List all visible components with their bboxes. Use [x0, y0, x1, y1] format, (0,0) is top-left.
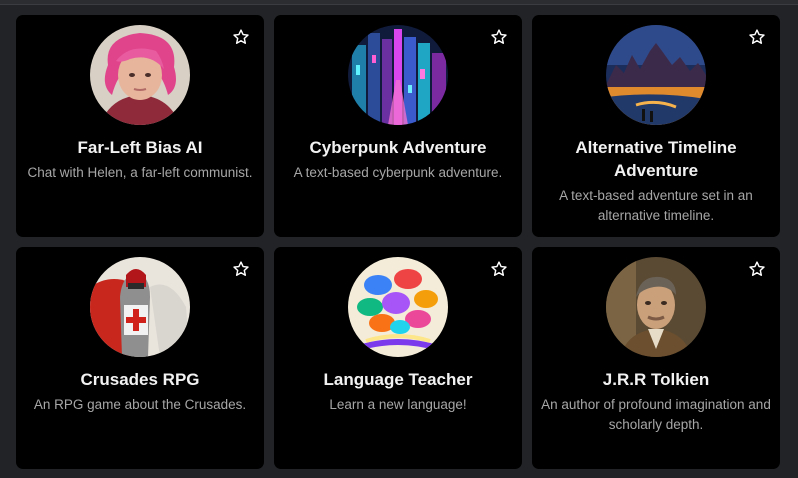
card-title: J.R.R Tolkien	[602, 370, 710, 389]
card-description: A text-based adventure set in an alterna…	[559, 188, 753, 223]
card-description: Chat with Helen, a far-left communist.	[27, 165, 253, 180]
star-icon[interactable]	[748, 28, 766, 46]
star-icon[interactable]	[232, 28, 250, 46]
speech-bubbles-avatar	[348, 257, 448, 357]
tolkien-portrait-avatar	[606, 257, 706, 357]
card-title: Language Teacher	[323, 370, 473, 389]
card-description: A text-based cyberpunk adventure.	[293, 165, 503, 180]
neon-city-avatar	[348, 25, 448, 125]
bot-card-far-left-bias-ai[interactable]: Far-Left Bias AI Chat with Helen, a far-…	[16, 15, 264, 237]
star-icon[interactable]	[232, 260, 250, 278]
bot-card-cyberpunk-adventure[interactable]: Cyberpunk Adventure A text-based cyberpu…	[274, 15, 522, 237]
card-title: Crusades RPG	[80, 370, 200, 389]
card-title: Far-Left Bias AI	[77, 138, 203, 157]
card-description: Learn a new language!	[329, 397, 467, 412]
bot-card-jrr-tolkien[interactable]: J.R.R Tolkien An author of profound imag…	[532, 247, 780, 469]
card-description: An RPG game about the Crusades.	[33, 397, 247, 412]
star-icon[interactable]	[490, 260, 508, 278]
sunset-city-avatar	[606, 25, 706, 125]
crusader-avatar	[90, 257, 190, 357]
top-bar	[0, 0, 798, 5]
bot-card-language-teacher[interactable]: Language Teacher Learn a new language!	[274, 247, 522, 469]
portrait-avatar	[90, 25, 190, 125]
star-icon[interactable]	[748, 260, 766, 278]
card-title: Alternative Timeline Adventure	[575, 138, 737, 180]
card-description: An author of profound imagination and sc…	[541, 397, 771, 432]
bot-card-alternative-timeline-adventure[interactable]: Alternative Timeline Adventure A text-ba…	[532, 15, 780, 237]
bot-grid: Far-Left Bias AI Chat with Helen, a far-…	[16, 15, 780, 469]
star-icon[interactable]	[490, 28, 508, 46]
card-title: Cyberpunk Adventure	[309, 138, 487, 157]
bot-card-crusades-rpg[interactable]: Crusades RPG An RPG game about the Crusa…	[16, 247, 264, 469]
